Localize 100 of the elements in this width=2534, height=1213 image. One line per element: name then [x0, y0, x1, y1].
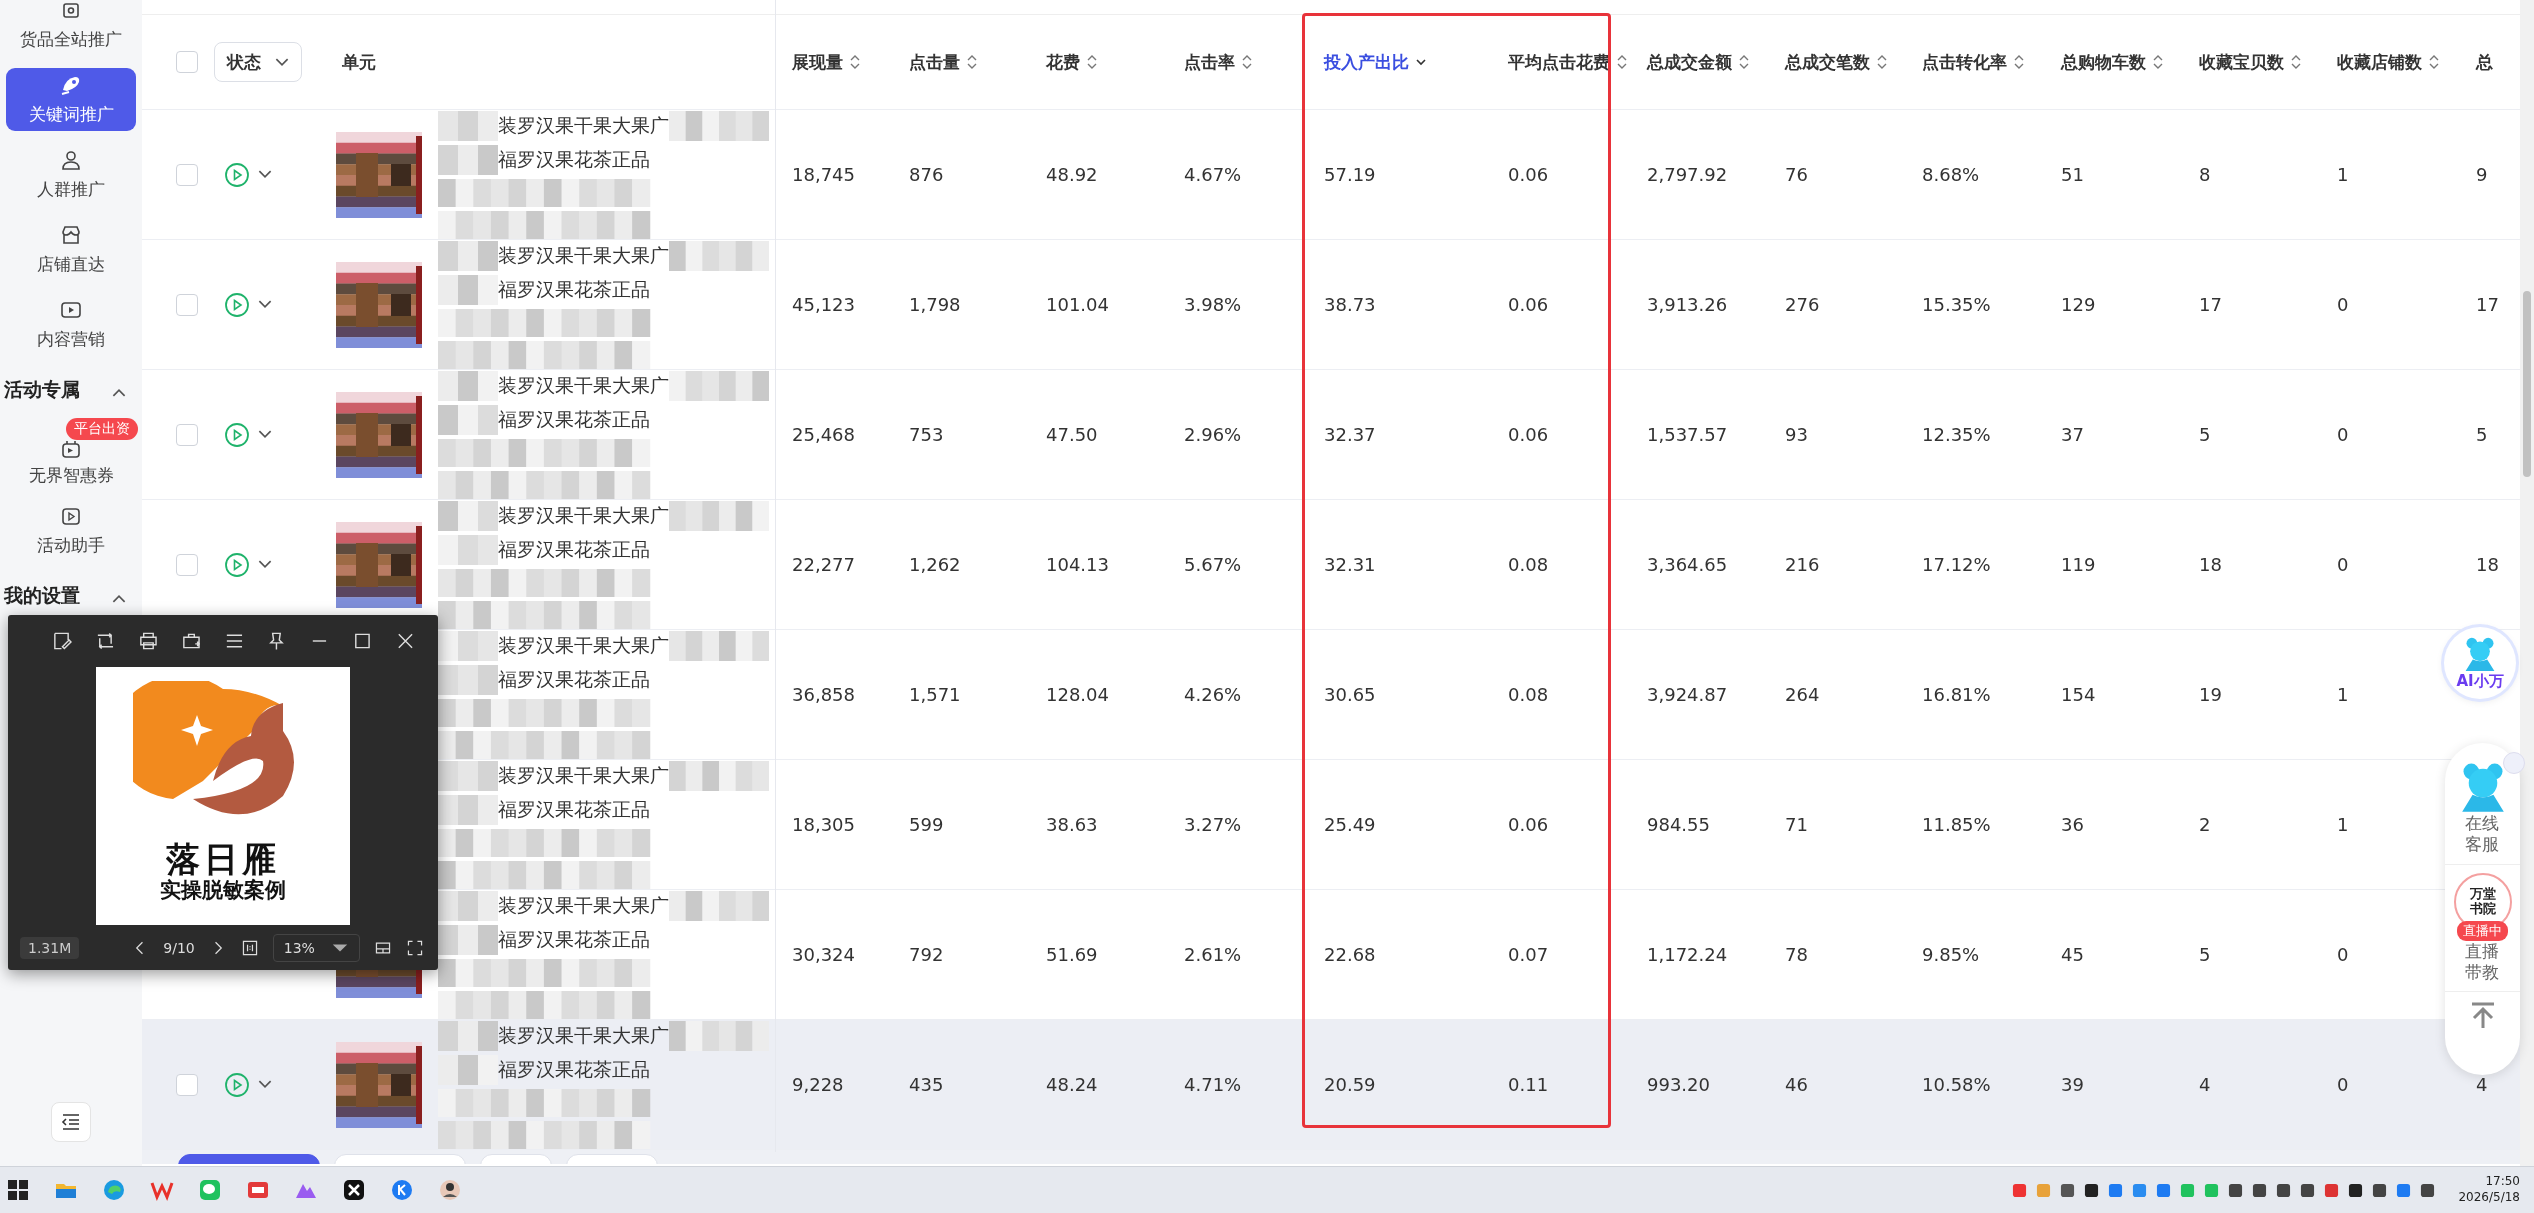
table-cell: 2.96%: [1184, 424, 1242, 445]
tray-icon[interactable]: [2228, 1182, 2244, 1198]
play-icon[interactable]: [224, 551, 250, 578]
table-cell: 38.63: [1046, 814, 1098, 835]
product-title: 福罗汉果花茶正品: [498, 926, 650, 952]
table-cell: 2,797.92: [1647, 164, 1728, 185]
caret-icon: [112, 388, 126, 397]
play-icon[interactable]: [224, 161, 250, 188]
sidebar-item[interactable]: 活动助手: [0, 493, 142, 568]
table-cell: 48.24: [1046, 1074, 1098, 1095]
live-link[interactable]: 直播带教: [2463, 940, 2502, 983]
table-cell: 4: [2199, 1074, 2211, 1095]
tray-icon[interactable]: [2084, 1182, 2100, 1198]
browser-icon[interactable]: [102, 1178, 126, 1202]
column-header[interactable]: 点击率: [1184, 50, 1235, 74]
checkbox[interactable]: [176, 553, 198, 576]
table-cell: 1: [2337, 684, 2349, 705]
column-header[interactable]: 总成交笔数: [1785, 50, 1870, 74]
live-badge: 直播中: [2457, 920, 2508, 941]
status-filter[interactable]: 状态: [214, 42, 302, 82]
checkbox[interactable]: [176, 163, 198, 186]
fullscreen-icon[interactable]: [405, 938, 424, 957]
table-cell: 36,858: [792, 684, 855, 705]
sort-icon: [1738, 54, 1750, 70]
print-icon[interactable]: [137, 630, 159, 652]
checkbox[interactable]: [176, 293, 198, 316]
table-cell: 15.35%: [1922, 294, 1991, 315]
table-cell: 154: [2061, 684, 2096, 705]
column-header[interactable]: 总购物车数: [2061, 50, 2146, 74]
tray-icon[interactable]: [2348, 1182, 2364, 1198]
column-header[interactable]: 点击转化率: [1922, 50, 2007, 74]
table-cell: 0.06: [1508, 294, 1549, 315]
service-link[interactable]: 在线客服: [2463, 813, 2502, 856]
sidebar-item[interactable]: 货品全站推广: [0, 0, 142, 62]
play-icon[interactable]: [224, 1071, 250, 1098]
caret-icon: [258, 430, 272, 439]
sidebar-item[interactable]: 店铺直达: [0, 212, 142, 287]
logo-subtitle: 实操脱敏案例: [160, 878, 286, 904]
table-cell: 5: [2199, 424, 2211, 445]
table-cell: 1,537.57: [1647, 424, 1728, 445]
table-cell: 0: [2337, 294, 2349, 315]
actual-size-icon[interactable]: [240, 938, 259, 957]
scissors-icon[interactable]: [342, 1178, 366, 1202]
column-header[interactable]: 平均点击花费: [1508, 50, 1610, 74]
zoom-dropdown[interactable]: 13%: [272, 933, 360, 962]
tray-icon[interactable]: [2300, 1182, 2316, 1198]
checkbox[interactable]: [176, 51, 198, 73]
table-cell: 264: [1785, 684, 1820, 705]
avatar-icon[interactable]: [438, 1178, 462, 1202]
play-icon[interactable]: [224, 291, 250, 318]
table-cell: 3.98%: [1184, 294, 1242, 315]
column-header[interactable]: 总成交金额: [1647, 50, 1732, 74]
page-counter: 9/10: [163, 939, 195, 956]
table-cell: 0: [2337, 554, 2349, 575]
sidebar-item[interactable]: 人群推广: [0, 137, 142, 212]
sort-icon: [1241, 54, 1253, 70]
scrollbar[interactable]: [2520, 0, 2534, 1166]
section-title[interactable]: 我的设置: [4, 583, 80, 609]
sort-icon: [1086, 54, 1098, 70]
tray-icon[interactable]: [2252, 1182, 2268, 1198]
table-cell: 45: [2061, 944, 2084, 965]
sidebar-item[interactable]: 内容营销: [0, 287, 142, 362]
table-cell: 11.85%: [1922, 814, 1991, 835]
tray-icon[interactable]: [2420, 1182, 2436, 1198]
mosaic-blur: [438, 534, 498, 565]
play-icon[interactable]: [224, 421, 250, 448]
tray-icon[interactable]: [2276, 1182, 2292, 1198]
table-cell: 37: [2061, 424, 2084, 445]
mosaic-blur: [438, 664, 498, 695]
column-header[interactable]: 收藏店铺数: [2337, 50, 2422, 74]
tray-icon[interactable]: [2060, 1182, 2076, 1198]
table-cell: 0: [2337, 1074, 2349, 1095]
caret-icon: [112, 594, 126, 603]
column-header[interactable]: 点击量: [909, 50, 960, 74]
windows-icon[interactable]: [6, 1178, 30, 1202]
product-title: 福罗汉果花茶正品: [498, 1056, 650, 1082]
chat-icon[interactable]: [198, 1178, 222, 1202]
table-cell: 18,305: [792, 814, 855, 835]
checkbox[interactable]: [176, 1073, 198, 1096]
table-cell: 1,172.24: [1647, 944, 1728, 965]
sidebar-item[interactable]: 平台出资 无界智惠券: [0, 418, 142, 493]
sort-icon: [2290, 54, 2302, 70]
column-header[interactable]: 花费: [1046, 50, 1080, 74]
table-cell: 5: [2476, 424, 2488, 445]
column-header[interactable]: 投入产出比: [1324, 50, 1409, 74]
product-title: 福罗汉果花茶正品: [498, 276, 650, 302]
table-cell: 17: [2476, 294, 2499, 315]
k-app-icon[interactable]: [390, 1178, 414, 1202]
collapse-button[interactable]: [51, 1102, 91, 1142]
column-header[interactable]: 收藏宝贝数: [2199, 50, 2284, 74]
tray-icon[interactable]: [2372, 1182, 2388, 1198]
table-cell: 104.13: [1046, 554, 1109, 575]
table-cell: 10.58%: [1922, 1074, 1991, 1095]
edit-image-icon[interactable]: [52, 630, 73, 652]
section-title[interactable]: 活动专属: [4, 377, 80, 403]
table-cell: 8: [2199, 164, 2211, 185]
sidebar-item[interactable]: 关键词推广: [6, 68, 136, 131]
table-cell: 9.85%: [1922, 944, 1980, 965]
column-header[interactable]: 展现量: [792, 50, 843, 74]
checkbox[interactable]: [176, 423, 198, 446]
